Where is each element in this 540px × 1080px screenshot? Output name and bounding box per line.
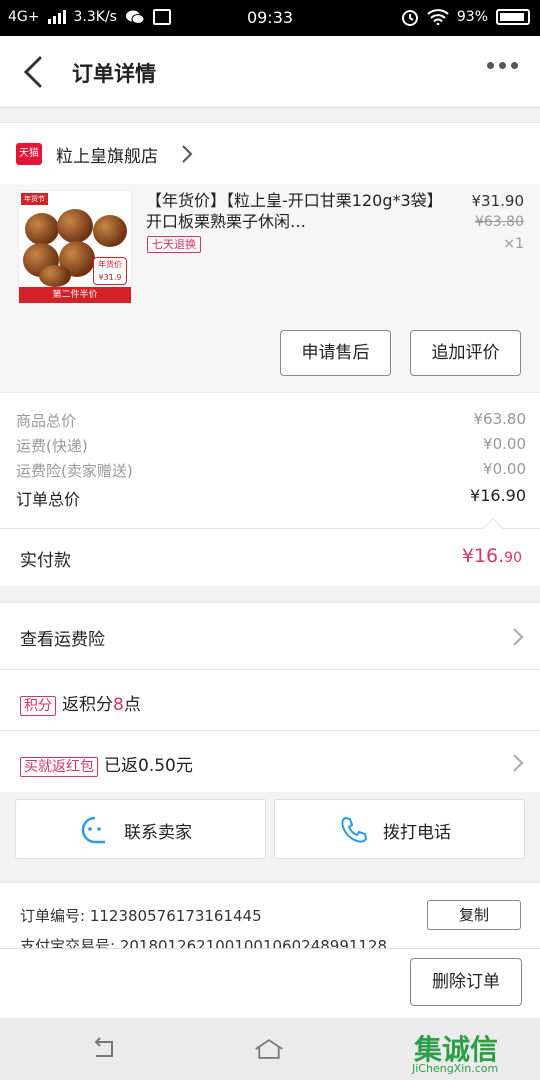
after-sales-button[interactable]: 申请售后 bbox=[280, 330, 391, 376]
call-phone-button[interactable]: 拨打电话 bbox=[274, 799, 525, 859]
chevron-left-icon[interactable] bbox=[16, 54, 56, 90]
red-packet-row[interactable]: 买就返红包 已返0.50元 bbox=[0, 730, 540, 792]
image-band: 第二件半价 bbox=[19, 287, 131, 303]
chevron-right-icon[interactable] bbox=[512, 753, 524, 773]
return-policy-tag: 七天退换 bbox=[147, 236, 201, 253]
alarm-icon bbox=[401, 10, 418, 26]
contact-seller-button[interactable]: 联系卖家 bbox=[15, 799, 266, 859]
paid-label: 实付款 bbox=[20, 551, 71, 571]
paid-amount: ¥16.90 bbox=[461, 545, 522, 567]
summary-row-shipping: 运费(快递) ¥0.00 bbox=[16, 435, 526, 455]
watermark: 集诚信 JiChengXin.com bbox=[412, 1033, 499, 1075]
trade-number: 支付宝交易号: 2018012621001001060248991128 bbox=[20, 937, 388, 948]
order-info: 订单编号: 112380576173161445 复制 支付宝交易号: 2018… bbox=[0, 882, 540, 948]
chat-face-icon bbox=[81, 816, 105, 844]
add-review-button[interactable]: 追加评价 bbox=[410, 330, 521, 376]
chevron-right-icon[interactable] bbox=[180, 143, 194, 165]
image-price-badge: 年货价 ¥31.9 bbox=[93, 257, 127, 285]
paid-row: 实付款 ¥16.90 bbox=[0, 518, 540, 586]
points-info: 积分 返积分8点 bbox=[20, 690, 141, 716]
product-card[interactable]: 年货节 年货价 ¥31.9 第二件半价 【年货价】【粒上皇-开口甘栗120g*3袋… bbox=[0, 184, 540, 392]
shop-row[interactable]: 天猫 粒上皇旗舰店 bbox=[0, 122, 540, 184]
view-insurance-label[interactable]: 查看运费险 bbox=[20, 625, 105, 650]
product-image[interactable]: 年货节 年货价 ¥31.9 第二件半价 bbox=[18, 190, 132, 304]
order-number: 订单编号: 112380576173161445 bbox=[20, 907, 262, 925]
summary-row-goods: 商品总价 ¥63.80 bbox=[16, 410, 526, 430]
points-row: 积分 返积分8点 bbox=[0, 669, 540, 730]
copy-button[interactable]: 复制 bbox=[427, 900, 521, 930]
view-insurance-row[interactable]: 查看运费险 bbox=[0, 602, 540, 669]
battery-level: 93% bbox=[456, 9, 488, 25]
delete-order-button[interactable]: 删除订单 bbox=[410, 958, 522, 1006]
nav-bar: 订单详情 bbox=[0, 36, 540, 108]
bottom-action-bar: 删除订单 bbox=[0, 948, 540, 1018]
chevron-right-icon[interactable] bbox=[512, 627, 524, 647]
battery-icon bbox=[496, 9, 530, 25]
system-nav-bar: 集诚信 JiChengXin.com bbox=[0, 1018, 540, 1080]
status-bar: 4G+ 3.3K/s 09:33 93% bbox=[0, 0, 540, 36]
red-packet-info[interactable]: 买就返红包 已返0.50元 bbox=[20, 751, 193, 777]
image-top-tag: 年货节 bbox=[21, 193, 48, 205]
home-key-icon[interactable] bbox=[254, 1036, 284, 1062]
contact-section: 联系卖家 拨打电话 bbox=[0, 792, 540, 868]
phone-icon bbox=[341, 816, 368, 843]
original-price: ¥63.80 bbox=[475, 214, 524, 230]
shop-name[interactable]: 粒上皇旗舰店 bbox=[56, 142, 158, 167]
product-title[interactable]: 【年货价】【粒上皇-开口甘栗120g*3袋】开口板栗熟栗子休闲… bbox=[146, 190, 442, 232]
product-price: ¥31.90 bbox=[471, 192, 525, 210]
more-dots-icon[interactable] bbox=[487, 62, 518, 69]
price-summary: 商品总价 ¥63.80 运费(快递) ¥0.00 运费险(卖家赠送) ¥0.00 订单… bbox=[0, 392, 540, 528]
red-packet-tag: 买就返红包 bbox=[20, 757, 98, 777]
summary-row-total: 订单总价 ¥16.90 bbox=[16, 486, 526, 509]
tmall-badge: 天猫 bbox=[16, 143, 42, 165]
summary-row-insurance: 运费险(卖家赠送) ¥0.00 bbox=[16, 460, 526, 480]
back-key-icon[interactable] bbox=[90, 1036, 120, 1062]
wifi-icon bbox=[427, 9, 449, 25]
product-quantity: ×1 bbox=[503, 236, 524, 252]
points-tag: 积分 bbox=[20, 696, 56, 716]
page-title: 订单详情 bbox=[72, 62, 156, 86]
